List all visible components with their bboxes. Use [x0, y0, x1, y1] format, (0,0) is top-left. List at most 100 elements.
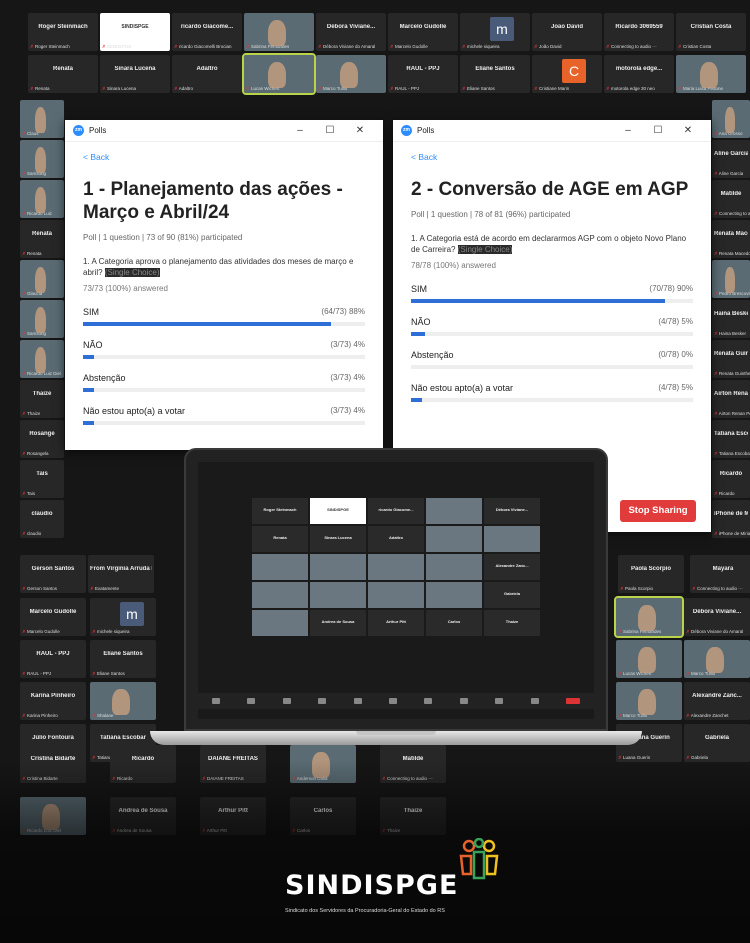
- participant-tile: Marcelo Gudolle ✗ Marcelo Gudolle: [388, 13, 458, 51]
- participant-label: ✗ Eliane Santos: [92, 671, 125, 676]
- laptop-tile: ricardo Giacome...: [368, 498, 424, 524]
- participant-tile: Ricardo ✗ Ricardo: [712, 460, 750, 498]
- participants-icon[interactable]: [318, 698, 327, 704]
- zoom-icon: zm: [73, 125, 84, 136]
- option-bar-fill: [83, 388, 95, 392]
- minimize-button[interactable]: –: [285, 125, 315, 136]
- laptop-tile: [368, 582, 424, 608]
- laptop-tile: [426, 526, 482, 552]
- participant-label: ✗ SINDISPGE: [102, 44, 132, 49]
- participant-label: ✗ Marcelo Gudolle: [390, 44, 428, 49]
- participant-tile: Airton Renan P ✗ Airton Renan Pelz: [712, 380, 750, 418]
- option-bar-track: [83, 355, 365, 359]
- laptop-tile: [426, 498, 482, 524]
- laptop-tile: Gabriela: [484, 582, 540, 608]
- participant-label: ✗ Maria Luisa Pedone: [678, 86, 724, 91]
- share-icon[interactable]: [388, 698, 397, 704]
- participant-name: Débora Viviane...: [692, 609, 742, 615]
- maximize-button[interactable]: ☐: [315, 125, 345, 136]
- minimize-button[interactable]: –: [613, 125, 643, 136]
- security-icon[interactable]: [282, 698, 291, 704]
- option-count: (64/73) 88%: [321, 307, 365, 316]
- participant-tile: ✗ Marco Tullio: [684, 640, 750, 678]
- option-label: NÃO: [83, 340, 103, 350]
- participant-tile: ✗ Glaucia: [20, 260, 64, 298]
- option-count: (3/73) 4%: [330, 406, 365, 415]
- option-bar-track: [83, 388, 365, 392]
- participant-tile: Ricardo 3069559 ✗ Connecting to audio ···: [604, 13, 674, 51]
- video-icon[interactable]: [247, 698, 256, 704]
- participant-label: ✗ Lucas Wichert: [246, 86, 280, 91]
- participant-tile: Thaize ✗ Thaize: [20, 380, 64, 418]
- laptop-tile: [252, 582, 308, 608]
- back-link[interactable]: < Back: [83, 152, 365, 162]
- participant-tile: Aline Garcia ✗ Aline Garcia: [712, 140, 750, 178]
- laptop-tile: [426, 554, 482, 580]
- participant-label: ✗ RAUL - PPJ: [22, 671, 52, 676]
- participant-name: Renata Guinther: [714, 351, 748, 357]
- option-count: (4/78) 5%: [658, 317, 693, 326]
- participant-tile: Karina Pinheiro ✗ Karina Pinheiro: [20, 682, 86, 720]
- participant-tile: Marcelo Gudolle ✗ Marcelo Gudolle: [20, 598, 86, 636]
- option-label: SIM: [411, 284, 428, 294]
- laptop-tile: Arthur Pitt: [368, 610, 424, 636]
- option-bar-track: [411, 332, 693, 336]
- participant-tile: Renata Guinther ✗ Renata Guinther: [712, 340, 750, 378]
- participant-tile: Gabriela ✗ Gabriela: [684, 724, 750, 762]
- option-label: Não estou apto(a) a votar: [411, 383, 514, 393]
- end-button[interactable]: [566, 698, 581, 704]
- participant-name: ricardo Giacome...: [180, 24, 234, 30]
- laptop-tile: Thaize: [484, 610, 540, 636]
- participant-name: Mayara: [712, 566, 734, 572]
- close-button[interactable]: ✕: [673, 125, 703, 136]
- participant-tile: Renata ✗ Renata: [28, 55, 98, 93]
- apps-icon[interactable]: [495, 698, 504, 704]
- laptop-tile: [426, 582, 482, 608]
- record-icon[interactable]: [424, 698, 433, 704]
- option-label: NÃO: [411, 317, 431, 327]
- participant-name: Matilde: [720, 191, 742, 197]
- option-bar-fill: [411, 332, 426, 336]
- maximize-button[interactable]: ☐: [643, 125, 673, 136]
- option-bar-fill: [411, 398, 423, 402]
- sindispge-logo: SINDISPGE Sindicato dos Servidores da Pr…: [285, 838, 525, 918]
- stop-sharing-button[interactable]: Stop Sharing: [620, 500, 696, 522]
- laptop-tile: Sinara Lucena: [310, 526, 366, 552]
- participant-name: Haina Besker: [714, 311, 748, 317]
- more-icon[interactable]: [530, 698, 539, 704]
- close-button[interactable]: ✕: [345, 125, 375, 136]
- participant-label: ✗ Débora Viviane do Amaral: [318, 44, 376, 49]
- option-bar-fill: [83, 322, 332, 326]
- participant-tile: Roger Steinmach ✗ Roger Steinmach: [28, 13, 98, 51]
- participant-label: ✗ Connecting to audio ···: [714, 211, 750, 216]
- laptop-tile: Débora Viviane...: [484, 498, 540, 524]
- participant-name: Marcelo Gudolle: [29, 609, 77, 615]
- laptop-tile: [484, 526, 540, 552]
- poll-title: 1 - Planejamento das ações - Março e Abr…: [83, 179, 343, 223]
- participant-name: Adaltro: [196, 66, 218, 72]
- back-link[interactable]: < Back: [411, 152, 693, 162]
- participant-tile: ✗ Shalane: [90, 682, 156, 720]
- chat-icon[interactable]: [353, 698, 362, 704]
- participant-name: iPhone de Miriam: [714, 511, 748, 517]
- laptop-tile: Alexandre Zanc...: [484, 554, 540, 580]
- option-bar-track: [411, 398, 693, 402]
- participant-tile: Débora Viviane... ✗ Débora Viviane do Ama…: [316, 13, 386, 51]
- laptop-tile: SINDISPGE: [310, 498, 366, 524]
- participant-name: Rosange: [29, 431, 55, 437]
- mic-icon[interactable]: [211, 698, 220, 704]
- poll-option: SIM (70/78) 90%: [411, 284, 693, 303]
- participant-label: ✗ Tais: [22, 491, 35, 496]
- laptop-tile: [310, 582, 366, 608]
- participant-tile: Cristian Costa ✗ Cristian Costa: [676, 13, 746, 51]
- poll-option: Não estou apto(a) a votar (3/73) 4%: [83, 406, 365, 425]
- reactions-icon[interactable]: [459, 698, 468, 704]
- option-label: Abstenção: [83, 373, 126, 383]
- participant-label: ✗ Eliane Santos: [462, 86, 495, 91]
- poll-titlebar: zm Polls – ☐ ✕: [393, 120, 711, 142]
- poll-option: Abstenção (0/78) 0%: [411, 350, 693, 369]
- zoom-icon: zm: [401, 125, 412, 136]
- participant-name: Thaize: [32, 391, 52, 397]
- participant-tile: ✗ Samsung: [20, 140, 64, 178]
- participant-label: ✗ Claus: [22, 131, 39, 136]
